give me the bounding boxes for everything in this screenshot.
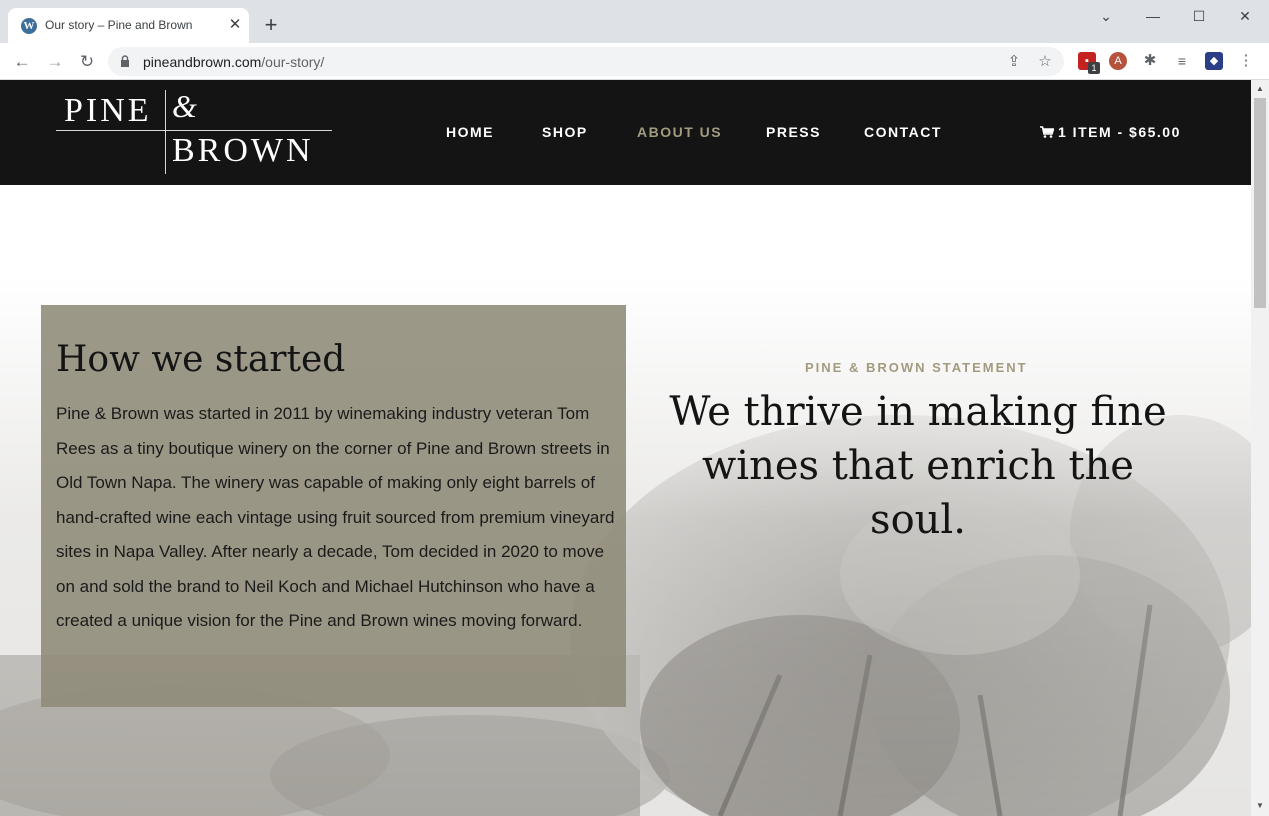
address-bar[interactable]: pineandbrown.com/our-story/ ⇪ ☆ (108, 47, 1064, 76)
scroll-up-icon[interactable]: ▲ (1255, 84, 1265, 94)
bookmark-star-icon[interactable]: ☆ (1035, 52, 1055, 72)
story-paragraph: Pine & Brown was started in 2011 by wine… (56, 404, 615, 630)
statement-quote: We thrive in making fine wines that enri… (669, 389, 1167, 543)
url-text: pineandbrown.com/our-story/ (143, 54, 324, 70)
more-menu-icon[interactable]: ⋮ (1237, 52, 1255, 70)
story-panel: How we started Pine & Brown was started … (41, 305, 626, 707)
reload-icon[interactable]: ↻ (75, 50, 99, 74)
statement-label: PINE & BROWN STATEMENT (805, 360, 1028, 375)
new-tab-icon[interactable]: + (260, 14, 282, 36)
browser-tab[interactable]: W Our story – Pine and Brown ✕ (8, 8, 249, 43)
story-heading: How we started (56, 339, 346, 380)
extension-badge: 1 (1088, 62, 1100, 74)
tab-title: Our story – Pine and Brown (45, 18, 193, 32)
nav-contact[interactable]: CONTACT (864, 124, 942, 140)
logo-divider-horizontal (56, 130, 332, 131)
shopping-cart-icon (1040, 126, 1055, 138)
logo-brown-text: BROWN (172, 132, 314, 169)
minimize-icon[interactable]: — (1138, 6, 1168, 26)
lock-icon (121, 55, 129, 67)
scrollbar-thumb[interactable] (1254, 98, 1266, 308)
nav-press[interactable]: PRESS (766, 124, 821, 140)
puzzle-extensions-icon[interactable]: ✱ (1141, 52, 1159, 70)
profile-extension-icon[interactable]: A (1109, 52, 1127, 70)
wordpress-icon: W (21, 18, 37, 34)
url-domain: pineandbrown.com (143, 54, 262, 70)
tab-search-icon[interactable]: ⌄ (1091, 6, 1121, 26)
close-tab-icon[interactable]: ✕ (226, 16, 244, 34)
browser-tab-bar: W Our story – Pine and Brown ✕ + ⌄ — ☐ ✕ (0, 0, 1269, 43)
browser-toolbar: ← → ↻ pineandbrown.com/our-story/ ⇪ ☆ ▪ … (0, 43, 1269, 80)
back-icon[interactable]: ← (10, 50, 34, 74)
nav-home[interactable]: HOME (446, 124, 494, 140)
forward-icon[interactable]: → (43, 50, 67, 74)
site-logo[interactable]: PINE & BROWN (56, 88, 332, 174)
nav-shop[interactable]: SHOP (542, 124, 588, 140)
account-avatar-icon[interactable]: ◆ (1205, 52, 1223, 70)
media-control-icon[interactable]: ≡ (1173, 52, 1191, 70)
page-scrollbar[interactable]: ▲ ▼ (1251, 80, 1269, 816)
share-icon[interactable]: ⇪ (1004, 52, 1024, 72)
cart-link[interactable]: 1 ITEM - $65.00 (1040, 124, 1181, 140)
page-content: How we started Pine & Brown was started … (0, 185, 1251, 816)
close-window-icon[interactable]: ✕ (1230, 6, 1260, 26)
nav-about-us[interactable]: ABOUT US (637, 124, 722, 140)
logo-ampersand: & (172, 88, 197, 124)
scroll-down-icon[interactable]: ▼ (1255, 801, 1265, 811)
maximize-icon[interactable]: ☐ (1184, 6, 1214, 26)
cart-label: 1 ITEM - $65.00 (1058, 124, 1181, 140)
url-path: /our-story/ (261, 54, 325, 70)
site-header: PINE & BROWN HOME SHOP ABOUT US PRESS CO… (0, 80, 1251, 185)
logo-pine-text: PINE (64, 92, 152, 129)
logo-divider-vertical (165, 90, 166, 174)
